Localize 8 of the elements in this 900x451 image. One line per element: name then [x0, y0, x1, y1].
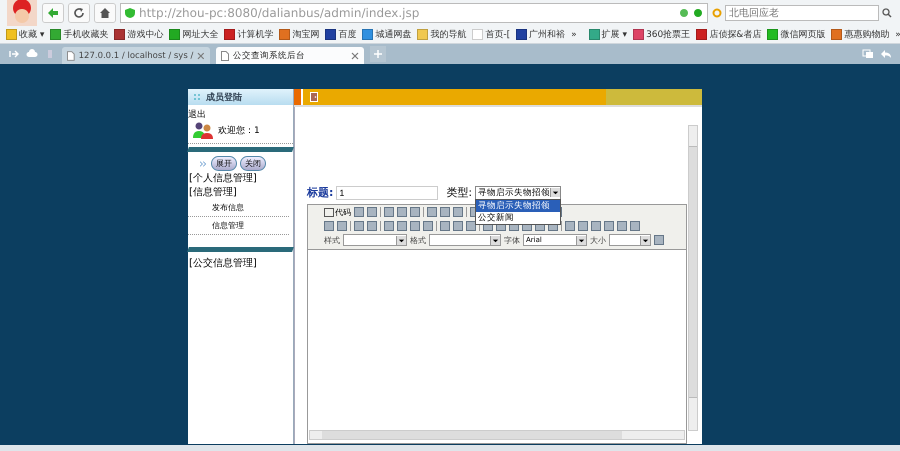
title-label: 标题: — [307, 185, 334, 200]
style-label: 样式 — [324, 234, 340, 246]
welcome-text: 欢迎您：1 — [218, 124, 260, 136]
font-label: 字体 — [504, 234, 520, 246]
size-label: 大小 — [590, 234, 606, 246]
panel-title: 成员登陆 — [206, 91, 242, 104]
type-label: 类型: — [446, 185, 472, 200]
format-label: 格式 — [410, 234, 426, 246]
